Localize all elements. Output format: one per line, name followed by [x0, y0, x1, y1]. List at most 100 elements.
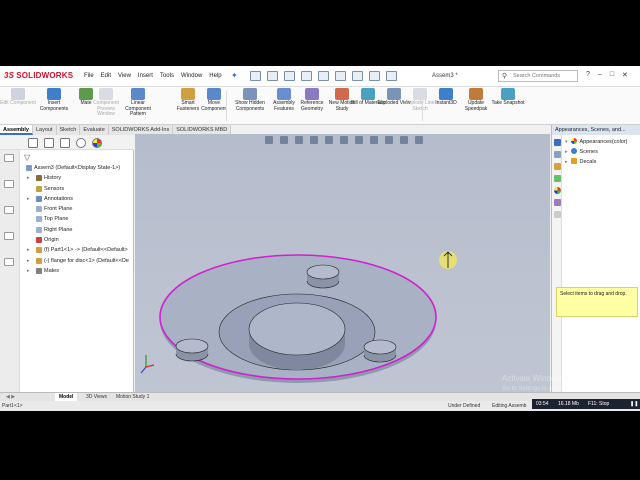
chevron-down-icon: ▾	[565, 139, 568, 145]
ribbon-button-label: Component Preview Window	[93, 100, 119, 118]
task-pane-splitter[interactable]	[633, 225, 640, 275]
menu-tools[interactable]: Tools	[160, 73, 174, 79]
sensor-icon	[36, 185, 42, 192]
tree-item[interactable]: ▸ History	[0, 173, 134, 183]
ribbon-button-label: Instant3D	[435, 100, 457, 106]
appearances-tab-icon[interactable]	[554, 187, 561, 194]
watermark-title: Activate Windows	[502, 374, 566, 383]
menu-view[interactable]: View	[118, 73, 131, 79]
rebuild-icon[interactable]	[352, 71, 363, 81]
tp-item-scenes[interactable]: ▸ Scenes	[565, 148, 598, 157]
menu-insert[interactable]: Insert	[138, 73, 153, 79]
pin-top[interactable]	[306, 264, 340, 289]
tree-item[interactable]: ▸ Mates	[0, 266, 134, 276]
model-view[interactable]	[135, 134, 550, 392]
tree-item[interactable]: Sensors	[0, 184, 134, 194]
pause-icon[interactable]: ❚❚	[630, 399, 638, 409]
design-library-tab-icon[interactable]	[554, 151, 561, 158]
chevron-right-icon[interactable]: ▸	[27, 245, 30, 255]
chevron-right-icon: ▸	[565, 159, 568, 165]
assembly-features-icon	[277, 88, 291, 100]
logo-text: SOLIDWORKS	[16, 71, 74, 80]
tree-item[interactable]: ▸ (f) Part1<1> -> (Default<<Default>	[0, 245, 134, 255]
tab-evaluate[interactable]: Evaluate	[80, 125, 109, 135]
sidebar-tool-icon[interactable]	[4, 154, 14, 162]
restore-icon[interactable]: □	[610, 71, 614, 79]
close-icon[interactable]: ✕	[622, 71, 628, 79]
scroll-tabs-icon[interactable]: ◀ ▶	[2, 393, 19, 401]
pin-icon[interactable]: ✦	[231, 71, 238, 80]
edit-component-button[interactable]: Edit Component	[0, 88, 36, 107]
tab-model[interactable]: Model	[55, 393, 78, 401]
tp-item-decals[interactable]: ▸ Decals	[565, 158, 596, 167]
display-manager-tab-icon[interactable]	[92, 138, 102, 148]
options-gear-icon[interactable]	[386, 71, 397, 81]
tab-motion-study[interactable]: Motion Study 1	[112, 393, 153, 401]
menu-help[interactable]: Help	[209, 73, 221, 79]
tree-item[interactable]: ▸ Annotations	[0, 194, 134, 204]
tp-item-label: Scenes	[579, 149, 598, 155]
take-snapshot-button[interactable]: Take Snapshot	[490, 88, 526, 107]
minimize-icon[interactable]: –	[598, 71, 602, 79]
tree-item[interactable]: Origin	[0, 235, 134, 245]
new-document-icon[interactable]	[250, 71, 261, 81]
tab-3d-views[interactable]: 3D Views	[82, 393, 111, 401]
component-preview-window-button[interactable]: Component Preview Window	[88, 88, 124, 118]
help-icon[interactable]: ?	[586, 71, 590, 79]
chevron-right-icon: ▸	[565, 149, 568, 155]
tree-item-label: (-) flange for disc<1> (Default<<De	[44, 257, 129, 264]
solidworks-logo[interactable]: 3S SOLIDWORKS	[4, 71, 73, 80]
menu-file[interactable]: File	[84, 73, 94, 79]
resources-tab-icon[interactable]	[554, 139, 561, 146]
tp-item-appearances[interactable]: ▾ Appearances(color)	[565, 138, 628, 147]
linear-component-pattern-icon	[131, 88, 145, 100]
file-explorer-tab-icon[interactable]	[554, 163, 561, 170]
update-speedpak-icon	[469, 88, 483, 100]
select-icon[interactable]	[335, 71, 346, 81]
property-manager-tab-icon[interactable]	[44, 138, 54, 148]
undo-icon[interactable]	[318, 71, 329, 81]
tree-item[interactable]: Top Plane	[0, 214, 134, 224]
solidworks-window: 3S SOLIDWORKS File Edit View Insert Tools…	[0, 66, 640, 411]
quick-access-toolbar	[250, 71, 397, 81]
chevron-right-icon[interactable]: ▸	[27, 266, 30, 276]
show-hidden-components-button[interactable]: Show Hidden Components	[232, 88, 268, 112]
menu-edit[interactable]: Edit	[101, 73, 111, 79]
pin-left[interactable]	[175, 338, 209, 362]
configuration-manager-tab-icon[interactable]	[60, 138, 70, 148]
graphics-area[interactable]	[135, 134, 550, 392]
chevron-right-icon[interactable]: ▸	[27, 173, 30, 183]
tree-root[interactable]: Assem3 (Default<Display State-1>)	[0, 163, 134, 173]
tree-item[interactable]: Right Plane	[0, 225, 134, 235]
file-properties-icon[interactable]	[369, 71, 380, 81]
insert-components-button[interactable]: Insert Components	[36, 88, 72, 112]
feature-tree-tab-icon[interactable]	[28, 138, 38, 148]
open-icon[interactable]	[267, 71, 278, 81]
tp-item-label: Decals	[579, 159, 597, 165]
view-palette-tab-icon[interactable]	[554, 175, 561, 182]
tab-layout[interactable]: Layout	[33, 125, 57, 135]
search-commands-input[interactable]: ⚲ Search Commands	[498, 70, 578, 82]
tab-assembly[interactable]: Assembly	[0, 125, 33, 135]
move-component-icon	[207, 88, 221, 100]
tree-item[interactable]: ▸ (-) flange for disc<1> (Default<<De	[0, 256, 134, 266]
custom-properties-tab-icon[interactable]	[554, 199, 561, 206]
tab-sketch[interactable]: Sketch	[56, 125, 81, 135]
print-icon[interactable]	[301, 71, 312, 81]
recorder-stop-key[interactable]: F11: Stop	[588, 399, 609, 409]
forum-tab-icon[interactable]	[554, 211, 561, 218]
activate-windows-watermark: Activate Windows Go to Settings to activ…	[502, 374, 597, 394]
menu-window[interactable]: Window	[181, 73, 202, 79]
search-icon: ⚲	[502, 73, 508, 80]
filter-icon[interactable]: ▽	[24, 153, 30, 162]
update-speedpak-button[interactable]: Update Speedpak	[458, 88, 494, 112]
ribbon-button-label: Take Snapshot	[491, 100, 525, 106]
dimxpert-tab-icon[interactable]	[76, 138, 86, 148]
tree-item[interactable]: Front Plane	[0, 204, 134, 214]
chevron-right-icon[interactable]: ▸	[27, 194, 30, 204]
pin-right[interactable]	[363, 339, 397, 363]
linear-component-pattern-button[interactable]: Linear Component Pattern	[120, 88, 156, 118]
save-icon[interactable]	[284, 71, 295, 81]
boss-top-face[interactable]	[248, 302, 346, 356]
chevron-right-icon[interactable]: ▸	[27, 256, 30, 266]
